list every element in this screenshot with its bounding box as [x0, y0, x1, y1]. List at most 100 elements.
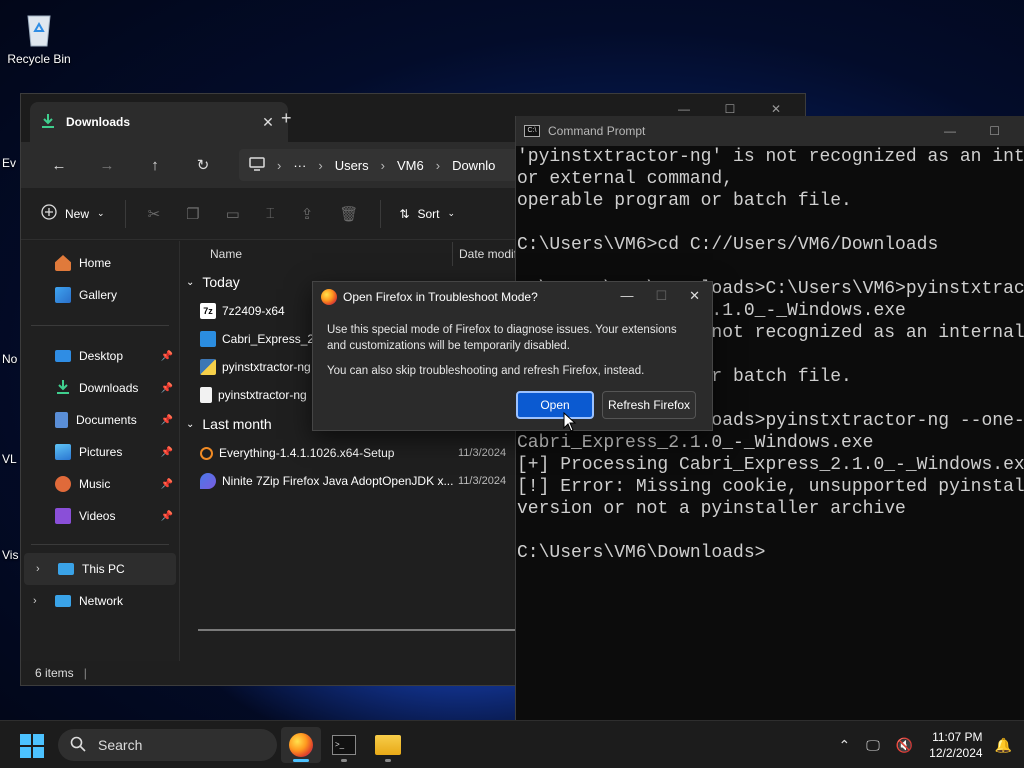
running-indicator: [341, 759, 347, 762]
cmd-title: Command Prompt: [548, 124, 646, 138]
rename-icon[interactable]: ⌶: [266, 205, 275, 222]
sidebar-item-this-pc[interactable]: › This PC: [24, 553, 176, 585]
sidebar-item-home[interactable]: Home: [21, 247, 179, 279]
command-icons: ✂ ❐ ▭ ⌶ ⇪ 🗑: [126, 205, 381, 223]
network-icon: [55, 595, 71, 607]
chevron-up-icon[interactable]: ⌃: [839, 737, 851, 754]
chevron-right-icon: ›: [435, 157, 441, 173]
sidebar-item-label: Documents: [76, 413, 137, 427]
desktop-icon-recycle-bin[interactable]: Recycle Bin: [3, 8, 75, 66]
cmd-output[interactable]: 'pyinstxtractor-ng' is not recognized as…: [516, 146, 1024, 720]
taskbar-firefox[interactable]: [281, 727, 321, 763]
explorer-tab-downloads[interactable]: Downloads ✕: [30, 102, 288, 142]
maximize-icon[interactable]: ☐: [989, 124, 1000, 138]
chevron-down-icon: ⌄: [186, 418, 195, 430]
maximize-icon[interactable]: ☐: [707, 102, 753, 116]
item-count: 6 items: [35, 666, 74, 680]
sort-button[interactable]: ⇅ Sort ⌄: [380, 199, 455, 228]
dialog-body: Use this special mode of Firefox to diag…: [313, 312, 712, 379]
sidebar-item-documents[interactable]: Documents 📌: [21, 404, 179, 436]
active-indicator: [293, 759, 309, 762]
pin-icon[interactable]: 📌: [161, 351, 173, 362]
sidebar-item-downloads[interactable]: Downloads 📌: [21, 372, 179, 404]
sidebar-divider: [31, 325, 169, 326]
desktop-edge-label[interactable]: Vis: [2, 548, 18, 562]
new-button-label: New: [65, 206, 90, 221]
sidebar-item-label: Network: [79, 594, 124, 608]
cmd-icon: C:\: [524, 125, 540, 137]
chevron-down-icon: ⌄: [186, 276, 195, 288]
column-header-date[interactable]: Date modifi: [453, 247, 520, 261]
taskbar-file-explorer[interactable]: [368, 727, 408, 763]
copy-icon[interactable]: ❐: [186, 205, 199, 223]
cmd-title-bar[interactable]: C:\ Command Prompt — ☐: [516, 116, 1024, 146]
back-arrow-icon[interactable]: ←: [35, 157, 83, 174]
chevron-right-icon: ›: [318, 157, 323, 173]
sidebar-item-pictures[interactable]: Pictures 📌: [21, 436, 179, 468]
column-header-name[interactable]: Name: [180, 241, 453, 266]
minimize-icon[interactable]: —: [620, 288, 633, 304]
breadcrumb-downloads[interactable]: Downlo: [452, 158, 495, 173]
close-tab-icon[interactable]: ✕: [258, 114, 278, 131]
chevron-right-icon[interactable]: ›: [33, 595, 37, 607]
sidebar-item-label: Home: [79, 256, 112, 270]
new-tab-button[interactable]: +: [281, 108, 292, 129]
sidebar-item-videos[interactable]: Videos 📌: [21, 500, 179, 532]
close-icon[interactable]: ✕: [689, 288, 700, 304]
network-status-icon[interactable]: 🖵: [866, 737, 880, 754]
close-icon[interactable]: ✕: [753, 102, 799, 116]
pin-icon[interactable]: 📌: [161, 479, 173, 490]
delete-icon[interactable]: 🗑: [339, 205, 358, 223]
new-button[interactable]: New ⌄: [41, 199, 126, 228]
clock[interactable]: 11:07 PM 12/2/2024: [929, 729, 982, 761]
paste-icon[interactable]: ▭: [226, 205, 240, 223]
cmd-line: C:\Users\VM6\Downloads>: [517, 543, 766, 563]
downloads-icon: [55, 379, 71, 398]
horizontal-scrollbar[interactable]: [198, 629, 518, 631]
breadcrumb-users[interactable]: Users: [335, 158, 369, 173]
file-date: 11/3/2024: [458, 475, 507, 487]
cabri-app-icon: [200, 331, 216, 347]
minimize-icon[interactable]: —: [661, 102, 707, 116]
minimize-icon[interactable]: —: [944, 124, 956, 138]
pin-icon[interactable]: 📌: [161, 415, 173, 426]
this-pc-icon: [58, 563, 74, 575]
cmd-line: Cabri_Express_2.1.0_-_Windows.exe: [517, 433, 874, 453]
breadcrumb-vm6[interactable]: VM6: [397, 158, 424, 173]
cut-icon[interactable]: ✂: [148, 205, 161, 223]
refresh-icon[interactable]: ↻: [179, 156, 227, 174]
forward-arrow-icon[interactable]: →: [83, 157, 131, 174]
pin-icon[interactable]: 📌: [161, 511, 173, 522]
desktop-edge-label[interactable]: No: [2, 352, 17, 366]
pin-icon[interactable]: 📌: [161, 383, 173, 394]
sidebar-item-gallery[interactable]: Gallery: [21, 279, 179, 311]
ninite-icon: [200, 473, 216, 489]
desktop-edge-label[interactable]: Ev: [2, 156, 16, 170]
refresh-firefox-button[interactable]: Refresh Firefox: [602, 391, 696, 419]
sidebar-item-label: Gallery: [79, 288, 118, 302]
taskbar-command-prompt[interactable]: >_: [324, 727, 364, 763]
more-path-icon[interactable]: ···: [293, 158, 306, 173]
share-icon[interactable]: ⇪: [301, 205, 314, 223]
volume-muted-icon[interactable]: 🔇: [896, 737, 913, 754]
taskbar-search[interactable]: Search: [58, 729, 277, 761]
notification-bell-icon[interactable]: 🔔: [995, 737, 1012, 754]
dialog-window-controls: — ☐ ✕: [620, 288, 700, 304]
desktop-edge-label[interactable]: VL: [2, 452, 17, 466]
chevron-right-icon[interactable]: ›: [36, 563, 40, 575]
open-button[interactable]: Open: [516, 391, 594, 419]
sidebar-item-label: Desktop: [79, 349, 124, 363]
windows-start-icon[interactable]: [20, 734, 44, 758]
sidebar-item-label: This PC: [82, 562, 125, 576]
pin-icon[interactable]: 📌: [161, 447, 173, 458]
address-bar[interactable]: › ··· › Users › VM6 › Downlo: [239, 149, 539, 181]
monitor-icon: [249, 156, 265, 174]
dialog-title-bar: Open Firefox in Troubleshoot Mode? — ☐ ✕: [313, 282, 712, 312]
desktop-icon: [55, 350, 71, 362]
sidebar-item-network[interactable]: › Network: [21, 585, 179, 617]
up-arrow-icon[interactable]: ↑: [131, 157, 179, 174]
sidebar-item-desktop[interactable]: Desktop 📌: [21, 340, 179, 372]
tab-title: Downloads: [66, 115, 131, 129]
sidebar-item-music[interactable]: Music 📌: [21, 468, 179, 500]
videos-icon: [55, 508, 71, 524]
